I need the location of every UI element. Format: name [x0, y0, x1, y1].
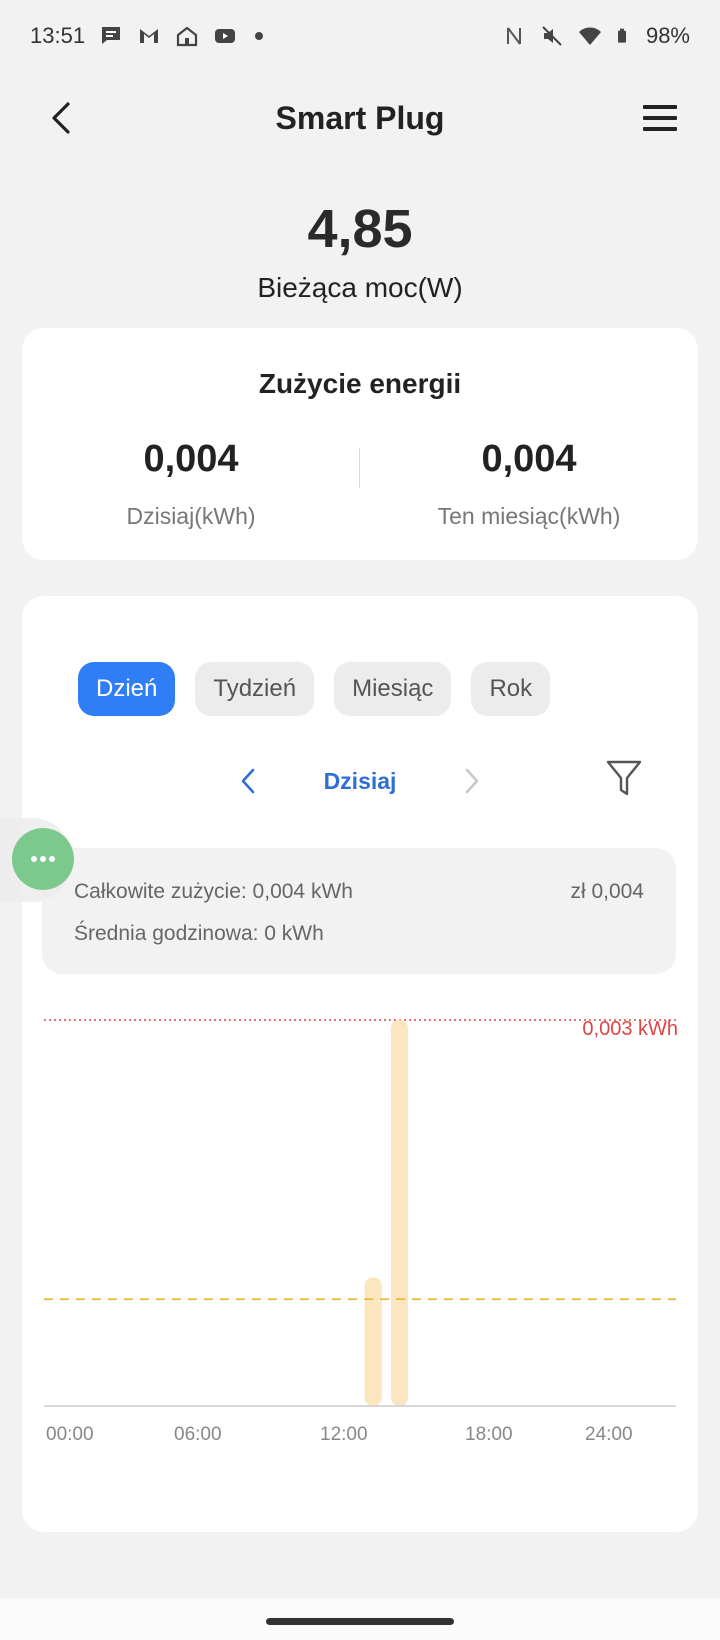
page-title: Smart Plug [275, 99, 445, 136]
status-time: 13:51 [30, 23, 86, 48]
dot-icon [255, 32, 264, 40]
x-tick-label: 24:00 [585, 1424, 633, 1445]
menu-icon[interactable] [640, 98, 680, 138]
tab-year[interactable]: Rok [471, 662, 551, 716]
date-navigator: Dzisiaj [22, 756, 698, 806]
tab-month[interactable]: Miesiąc [334, 662, 452, 716]
usage-cost: zł 0,004 [570, 880, 644, 903]
home-icon [176, 26, 198, 47]
current-power-value: 4,85 [307, 199, 413, 259]
status-bar: 13:51 98% [0, 0, 720, 72]
today-energy-value: 0,004 [143, 438, 239, 480]
hourly-average: Średnia godzinowa: 0 kWh [74, 922, 324, 945]
chart-svg [44, 1019, 676, 1407]
x-tick-label: 18:00 [465, 1424, 513, 1445]
energy-usage-title: Zużycie energii [258, 368, 462, 399]
home-indicator[interactable] [266, 1618, 454, 1625]
ellipsis-icon [31, 856, 55, 862]
battery-level: 98% [645, 23, 690, 48]
next-date-icon[interactable] [454, 764, 488, 798]
status-left: 13:51 [30, 23, 264, 49]
today-energy-label: Dzisiaj(kWh) [126, 503, 256, 529]
wifi-icon [578, 27, 601, 45]
chart-bar [391, 1020, 408, 1406]
status-right: 98% [502, 23, 690, 49]
more-options-button[interactable] [12, 828, 74, 890]
history-card: Dzień Tydzień Miesiąc Rok Dzisiaj Całkow… [22, 596, 698, 1532]
nav-bar [0, 1598, 720, 1640]
usage-chart: 0,003 kWh 00:00 06:00 12:00 18:00 24:00 [22, 996, 698, 1496]
date-label: Dzisiaj [323, 768, 397, 794]
x-tick-label: 06:00 [174, 1424, 222, 1445]
battery-icon [617, 28, 626, 43]
usage-summary: Całkowite zużycie: 0,004 kWh zł 0,004 Śr… [42, 848, 676, 974]
month-energy: 0,004 Ten miesiąc(kWh) [360, 438, 698, 530]
month-energy-value: 0,004 [481, 438, 577, 480]
energy-usage-card: Zużycie energii 0,004 Dzisiaj(kWh) 0,004… [22, 328, 698, 560]
max-value-label: 0,003 kWh [582, 1018, 678, 1040]
gmail-icon [140, 29, 159, 43]
filter-icon[interactable] [602, 756, 646, 800]
x-tick-label: 00:00 [46, 1424, 94, 1445]
current-power-label: Bieżąca moc(W) [257, 272, 463, 303]
youtube-icon [215, 29, 236, 43]
month-energy-label: Ten miesiąc(kWh) [437, 503, 621, 529]
x-tick-label: 12:00 [320, 1424, 368, 1445]
mute-icon [542, 26, 562, 46]
total-usage: Całkowite zużycie: 0,004 kWh [74, 880, 353, 903]
chart-bar [364, 1277, 382, 1406]
period-tabs: Dzień Tydzień Miesiąc Rok [78, 662, 551, 716]
nfc-icon [506, 27, 521, 45]
back-button[interactable] [42, 98, 82, 138]
chat-icon [102, 27, 121, 44]
tab-day[interactable]: Dzień [78, 662, 176, 716]
tab-week[interactable]: Tydzień [195, 662, 315, 716]
app-header: Smart Plug [0, 80, 720, 156]
today-energy: 0,004 Dzisiaj(kWh) [22, 438, 360, 530]
